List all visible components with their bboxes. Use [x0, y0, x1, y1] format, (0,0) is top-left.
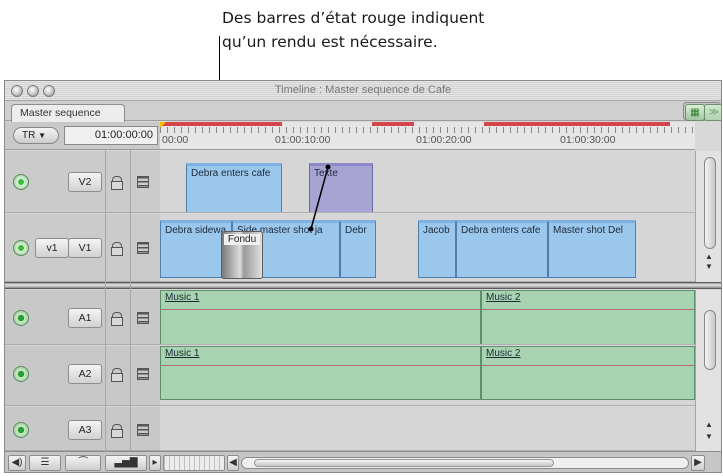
header-column-separator [130, 150, 131, 450]
callout-annotation: Des barres d’état rouge indiquent qu’un … [222, 6, 582, 54]
dest-control-a2[interactable]: A2 [68, 364, 102, 384]
video-vertical-scrollbar[interactable]: ▲ ▼ [695, 151, 721, 282]
track-popup[interactable]: TR ▼ [13, 127, 59, 144]
chevron-down-icon: ▼ [38, 131, 47, 140]
scroll-left-icon[interactable]: ◀ [227, 455, 239, 471]
render-status-bar [484, 122, 670, 126]
ruler-label: 01:00:20:00 [416, 134, 472, 146]
timecode-field[interactable]: 01:00:00:00 [64, 126, 158, 145]
dest-control-a3[interactable]: A3 [68, 420, 102, 440]
ruler-controls: TR ▼ 01:00:00:00 [5, 122, 160, 150]
dest-control-a1[interactable]: A1 [68, 308, 102, 328]
track-popup-label: TR [22, 130, 36, 141]
title-bar: Timeline : Master sequence de Cafe [5, 81, 721, 101]
audio-enable-icon[interactable] [13, 422, 29, 438]
ruler-label: 00:00 [162, 134, 189, 146]
snapping-linking-group: ▦ ≫ [683, 102, 721, 121]
link-icon[interactable] [137, 368, 149, 380]
track-header-v1: v1 V1 [5, 214, 160, 282]
link-icon[interactable] [137, 424, 149, 436]
lock-icon[interactable] [111, 176, 123, 190]
snapping-icon[interactable]: ▦ [685, 104, 705, 121]
scroll-down-icon[interactable]: ▼ [705, 262, 713, 271]
lock-icon[interactable] [111, 424, 123, 438]
audio-clip-label: Music 1 [165, 292, 200, 303]
ruler-label: 01:00:30:00 [560, 134, 616, 146]
scroll-right-icon[interactable]: ▶ [691, 455, 705, 471]
audio-clip[interactable]: Music 1 [160, 290, 481, 344]
video-scroll-thumb[interactable] [704, 157, 716, 249]
tab-master-sequence[interactable]: Master sequence [11, 104, 125, 122]
track-a2: Music 1 Music 2 [160, 346, 695, 406]
link-icon[interactable] [137, 176, 149, 188]
track-a1: Music 1 Music 2 [160, 290, 695, 345]
track-header-a1: A1 [5, 290, 160, 345]
timeline-bottom-bar: ◀) ☰ ⏜ ▃▅▇ ▸ ◀ ▶ [5, 451, 721, 472]
audio-clip[interactable]: Music 1 [160, 346, 481, 400]
audio-clip-label: Music 2 [486, 292, 521, 303]
audio-level-line [161, 309, 480, 310]
transition-fondu[interactable]: Fondu [221, 231, 263, 279]
audio-vertical-scrollbar[interactable]: ▲ ▼ [695, 290, 721, 451]
timeline-ruler[interactable]: 00:00 01:00:10:00 01:00:20:00 01:00:30:0… [160, 122, 695, 150]
callout-line-2: qu’un rendu est nécessaire. [222, 33, 438, 51]
lock-icon[interactable] [111, 312, 123, 326]
render-status-bar [160, 122, 282, 126]
source-control-v1[interactable]: v1 [35, 238, 69, 258]
lock-icon[interactable] [111, 368, 123, 382]
scroll-down-icon[interactable]: ▼ [705, 432, 713, 441]
clip-overlays-icon[interactable]: ⏜ [65, 455, 101, 471]
zoom-slider[interactable] [163, 455, 225, 471]
linking-icon[interactable]: ≫ [704, 104, 721, 121]
ruler-ticks [160, 127, 695, 133]
horizontal-scroll-thumb[interactable] [254, 459, 554, 467]
audio-level-line [482, 365, 694, 366]
audio-clip-label: Music 1 [165, 348, 200, 359]
audio-scroll-thumb[interactable] [704, 310, 716, 370]
audio-clip-label: Music 2 [486, 348, 521, 359]
dest-control-v1[interactable]: V1 [68, 238, 102, 258]
audio-enable-icon[interactable] [13, 310, 29, 326]
chevron-right-icon[interactable]: ▸ [149, 455, 161, 471]
track-size-icon[interactable]: ▃▅▇ [105, 455, 147, 471]
header-column-separator [105, 150, 106, 450]
audio-enable-icon[interactable] [13, 366, 29, 382]
track-header-v2: V2 [5, 151, 160, 213]
link-icon[interactable] [137, 242, 149, 254]
ruler-label: 01:00:10:00 [275, 134, 331, 146]
callout-line-1: Des barres d’état rouge indiquent [222, 9, 485, 27]
timeline-window: Timeline : Master sequence de Cafe Maste… [4, 80, 722, 473]
scroll-up-icon[interactable]: ▲ [705, 420, 713, 429]
video-audio-divider[interactable] [5, 282, 721, 289]
audio-clip[interactable]: Music 2 [481, 346, 695, 400]
lock-icon[interactable] [111, 242, 123, 256]
scroll-up-icon[interactable]: ▲ [705, 252, 713, 261]
horizontal-scrollbar[interactable] [241, 457, 689, 469]
window-title: Timeline : Master sequence de Cafe [274, 84, 452, 96]
render-status-bar [372, 122, 414, 126]
audio-toggle-icon[interactable]: ◀) [8, 455, 26, 471]
link-icon[interactable] [137, 312, 149, 324]
audio-clip[interactable]: Music 2 [481, 290, 695, 344]
dest-control-v2[interactable]: V2 [68, 172, 102, 192]
track-visibility-icon[interactable] [13, 174, 29, 190]
audio-level-line [482, 309, 694, 310]
transition-label: Fondu [224, 234, 260, 245]
track-height-icon[interactable]: ☰ [29, 455, 61, 471]
audio-level-line [161, 365, 480, 366]
sequence-tab-row: Master sequence ▦ ≫ [5, 101, 721, 122]
track-a3 [160, 407, 695, 451]
track-header-a2: A2 [5, 346, 160, 406]
track-header-a3: A3 [5, 407, 160, 451]
track-visibility-icon[interactable] [13, 240, 29, 256]
